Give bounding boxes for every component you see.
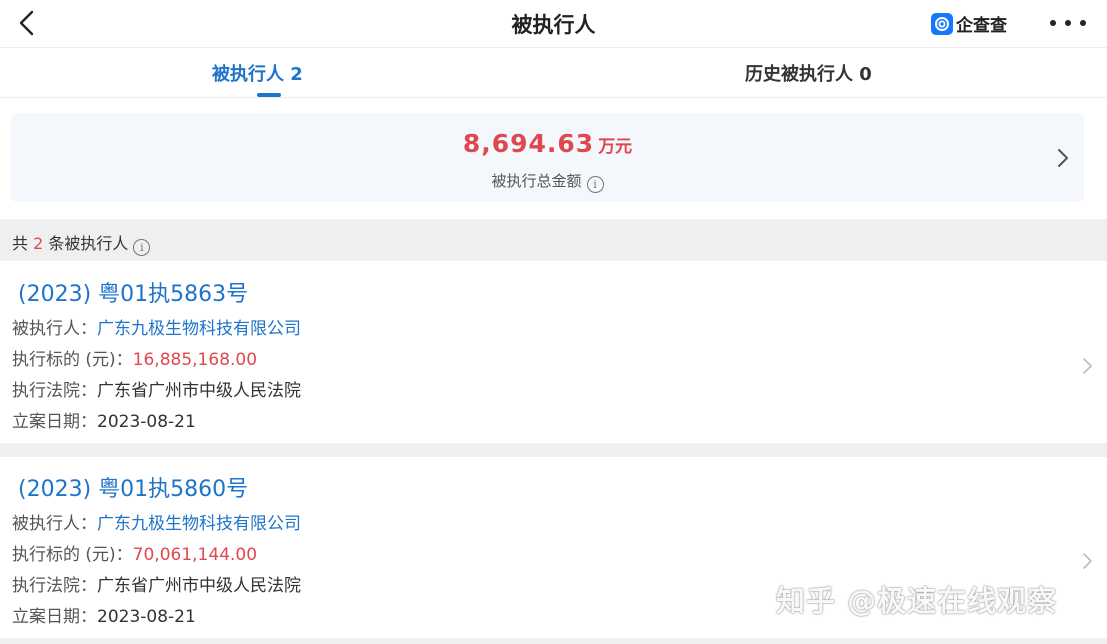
record-count-text: 共 2 条被执行人 i	[12, 230, 151, 256]
record-count-bar: 共 2 条被执行人 i	[0, 219, 1107, 261]
filing-date: 2023-08-21	[97, 607, 196, 627]
total-amount-card[interactable]: 8,694.63 万元 被执行总金额 i	[11, 113, 1084, 202]
info-icon[interactable]: i	[133, 239, 151, 256]
chevron-right-icon	[1083, 553, 1092, 569]
more-icon	[1050, 20, 1056, 26]
target-amount: 70,061,144.00	[132, 545, 258, 565]
field-label: 执行法院：	[12, 576, 97, 596]
count-prefix: 共	[12, 234, 34, 253]
field-label: 执行标的 (元)：	[12, 545, 133, 565]
total-amount-unit: 万元	[598, 137, 633, 157]
record-count: 2	[33, 234, 44, 253]
tab-executed-person[interactable]: 被执行人 2	[212, 60, 303, 86]
filing-date-row: 立案日期：2023-08-21	[12, 602, 196, 627]
watermark: 知乎 @极速在线观察	[776, 584, 1058, 618]
list-divider	[0, 638, 1107, 644]
executed-person-link[interactable]: 广东九极生物科技有限公司	[97, 319, 301, 339]
court-row: 执行法院：广东省广州市中级人民法院	[12, 571, 301, 596]
chevron-right-icon	[1058, 149, 1068, 167]
field-label: 被执行人：	[12, 319, 97, 339]
info-icon[interactable]: i	[586, 176, 604, 193]
tab-bar: 被执行人 2 历史被执行人 0	[0, 48, 1107, 98]
brand-name: 企查查	[956, 16, 1007, 36]
filing-date-row: 立案日期：2023-08-21	[12, 407, 196, 432]
page: 被执行人 企查查 被执行人 2 历史被执行人 0 8,694.63万元 被执行	[0, 0, 1107, 644]
court-name: 广东省广州市中级人民法院	[97, 381, 301, 401]
chevron-right-icon	[1083, 358, 1092, 374]
more-button[interactable]	[1050, 12, 1086, 34]
active-tab-indicator	[257, 93, 281, 97]
list-divider	[0, 443, 1107, 457]
brand-link[interactable]: 企查查	[931, 11, 1007, 36]
total-amount-label-row: 被执行总金额 i	[11, 170, 1084, 193]
total-amount-value: 8,694.63	[462, 129, 595, 158]
target-amount-row: 执行标的 (元)：16,885,168.00	[12, 345, 257, 370]
field-label: 执行法院：	[12, 381, 97, 401]
target-amount: 16,885,168.00	[132, 350, 258, 370]
case-number: (2023) 粤01执5863号	[18, 282, 249, 307]
more-icon-dot	[1065, 20, 1071, 26]
tab-history-executed-person[interactable]: 历史被执行人 0	[745, 60, 872, 86]
executed-person-row: 被执行人：广东九极生物科技有限公司	[12, 314, 301, 339]
list-item[interactable]: (2023) 粤01执5863号 被执行人：广东九极生物科技有限公司 执行标的 …	[0, 262, 1107, 443]
field-label: 立案日期：	[12, 412, 97, 432]
court-name: 广东省广州市中级人民法院	[97, 576, 301, 596]
target-amount-row: 执行标的 (元)：70,061,144.00	[12, 540, 257, 565]
court-row: 执行法院：广东省广州市中级人民法院	[12, 376, 301, 401]
filing-date: 2023-08-21	[97, 412, 196, 432]
app-header: 被执行人 企查查	[0, 0, 1107, 48]
field-label: 被执行人：	[12, 514, 97, 534]
total-amount: 8,694.63 万元	[11, 129, 1084, 158]
case-number: (2023) 粤01执5860号	[18, 477, 249, 502]
brand-logo-icon	[931, 12, 953, 35]
executed-person-row: 被执行人：广东九极生物科技有限公司	[12, 509, 301, 534]
field-label: 执行标的 (元)：	[12, 350, 133, 370]
count-suffix: 条被执行人	[43, 234, 129, 253]
field-label: 立案日期：	[12, 607, 97, 627]
more-icon-dot	[1080, 20, 1086, 26]
total-amount-label: 被执行总金额	[491, 172, 582, 190]
executed-person-link[interactable]: 广东九极生物科技有限公司	[97, 514, 301, 534]
